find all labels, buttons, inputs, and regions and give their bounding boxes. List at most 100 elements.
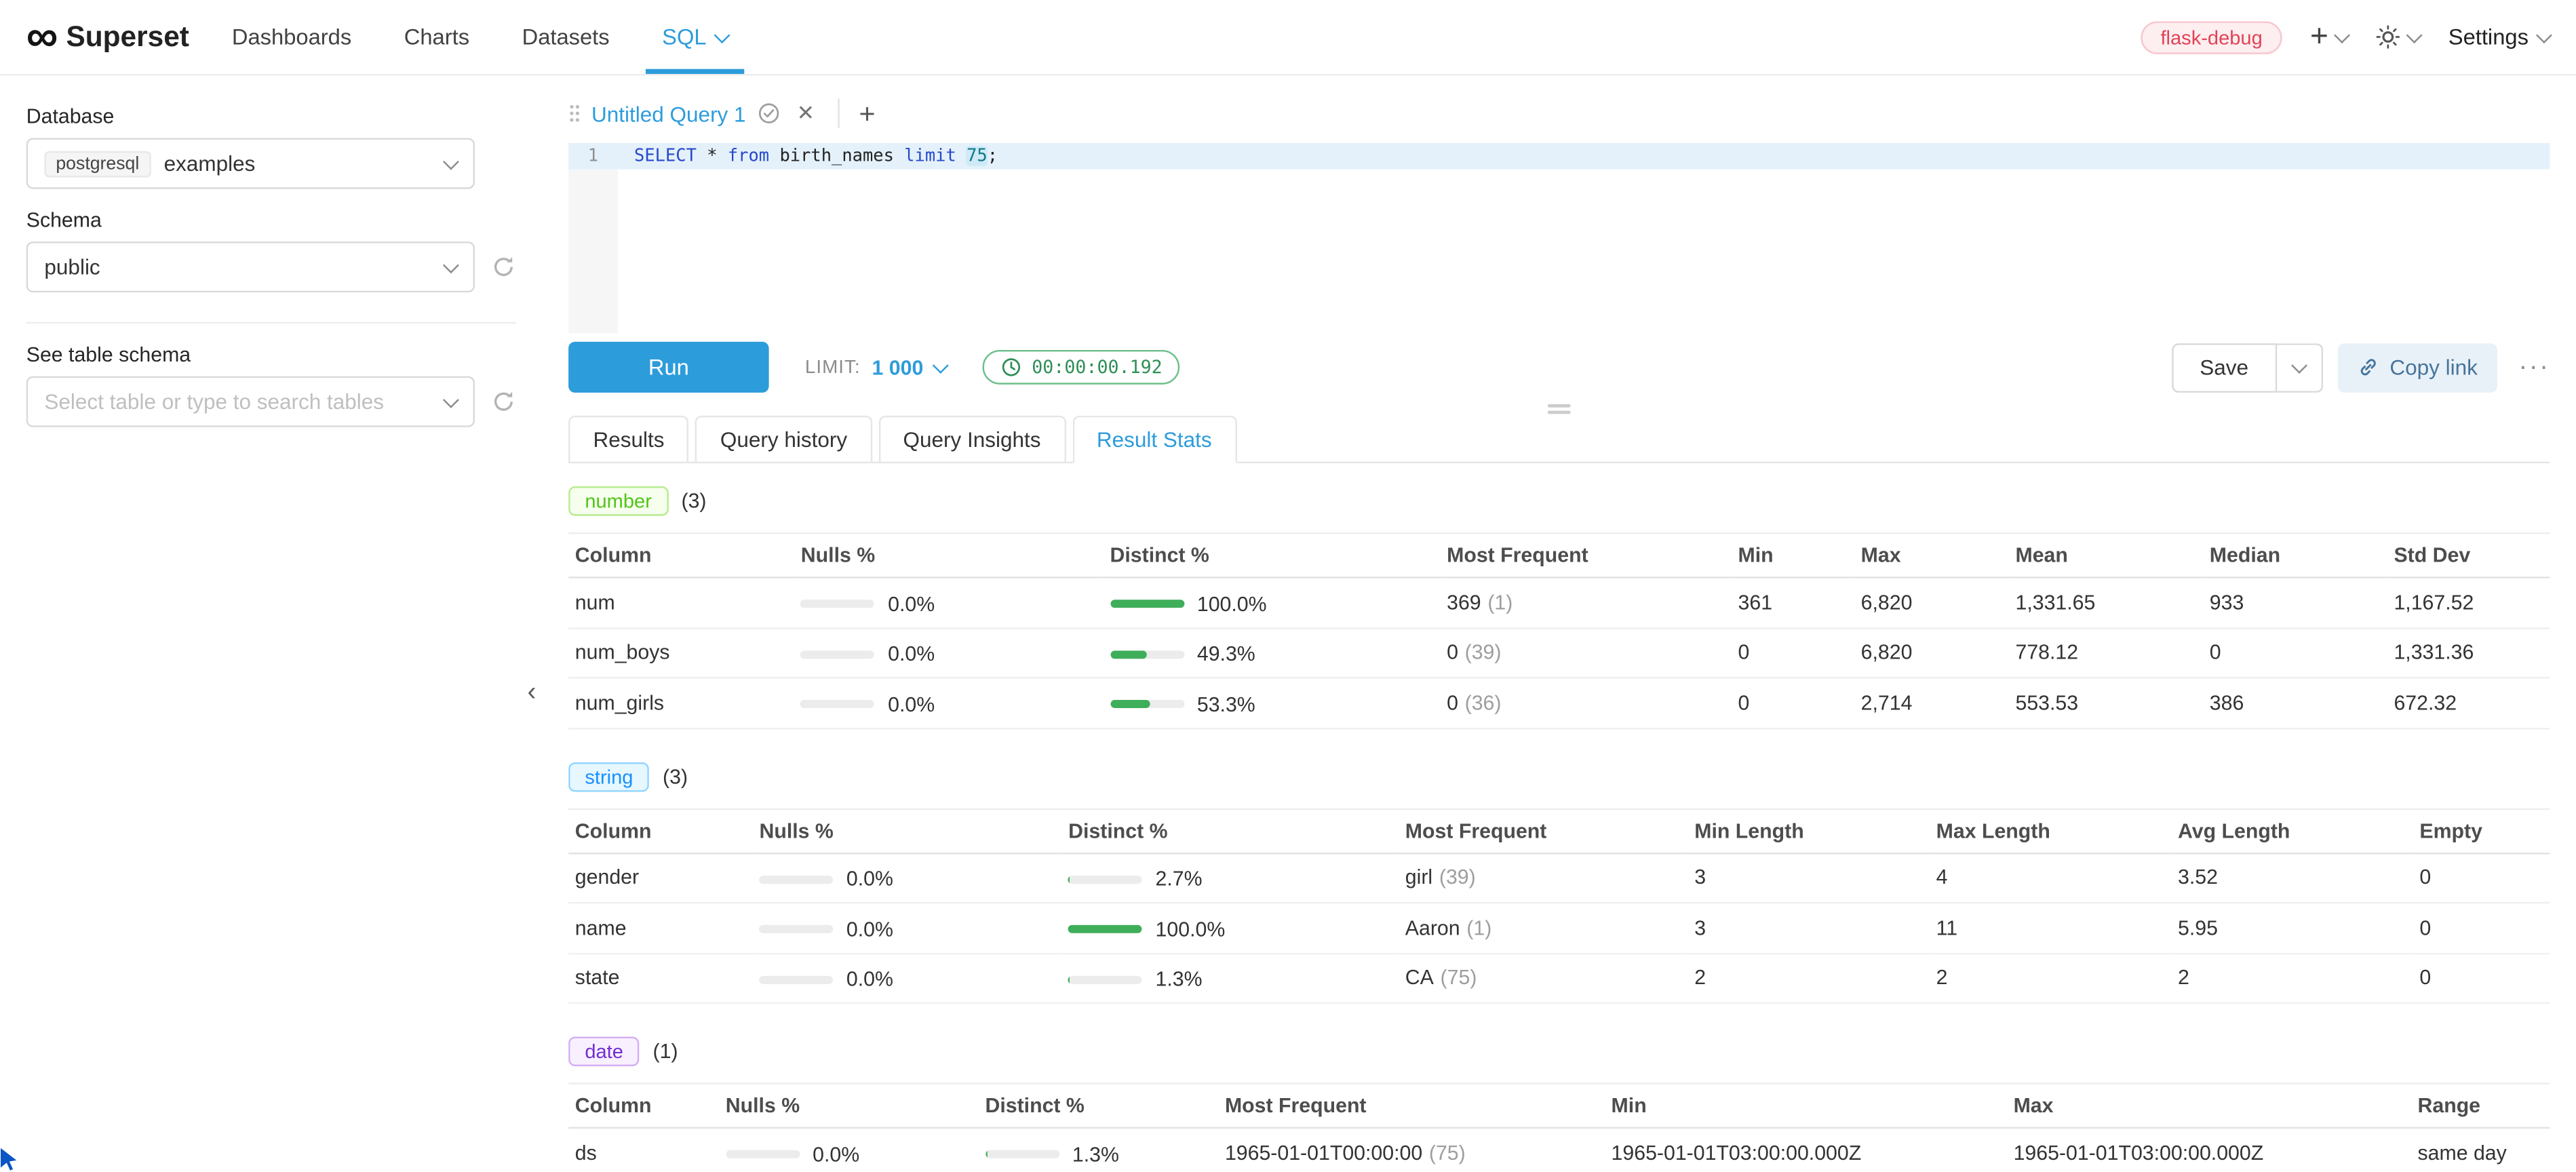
table-select[interactable]: Select table or type to search tables [26,376,475,427]
column-header: Min [1605,1084,2007,1128]
nulls-percent-cell: 0.0% [794,678,1104,728]
column-header: Median [2203,533,2387,577]
nav-item-dashboards[interactable]: Dashboards [232,0,351,74]
most-frequent-cell: 1965-01-01T00:00:00(75) [1218,1128,1605,1172]
percent-label: 0.0% [846,867,893,891]
header-row: ColumnNulls %Distinct %Most FrequentMinM… [568,1084,2550,1128]
stat-value-cell: 1,331.65 [2009,577,2203,627]
stat-value-cell: 11 [1930,903,2171,953]
nav-right: flask-debug + Settings [2141,20,2550,53]
new-item-button[interactable]: + [2310,21,2348,52]
database-engine-tag: postgresql [44,151,151,177]
table-row: state0.0%1.3%CA(75)2220 [568,953,2550,1003]
refresh-tables-button[interactable] [491,389,515,414]
tab-separator [838,98,839,128]
theme-toggle-button[interactable] [2376,24,2420,49]
environment-badge: flask-debug [2141,20,2282,53]
settings-menu[interactable]: Settings [2448,24,2550,49]
copy-link-button[interactable]: Copy link [2337,343,2497,392]
stat-value-cell: 672.32 [2387,678,2550,728]
drag-handle-icon [568,104,580,123]
stat-value-cell: 0 [1732,678,1854,728]
stat-value-cell: same day [2411,1128,2550,1172]
sql-lab-page: ∞ Superset Dashboards Charts Datasets SQ… [0,0,2576,1172]
tab-query-insights[interactable]: Query Insights [878,416,1066,463]
run-button[interactable]: Run [568,342,769,393]
percent-label: 0.0% [888,692,935,716]
table-schema-label: See table schema [26,343,516,366]
progress-track [985,1150,1059,1158]
query-tab[interactable]: Untitled Query 1 ✕ [568,100,815,127]
distinct-percent-cell: 49.3% [1104,627,1441,678]
progress-fill [1110,600,1184,608]
schema-select[interactable]: public [26,241,475,292]
chevron-down-icon [933,357,949,373]
schema-value: public [44,254,100,279]
column-header: Nulls % [753,808,1062,853]
table-row: num_girls0.0%53.3%0(36)02,714553.5338667… [568,678,2550,728]
brand[interactable]: ∞ Superset [26,17,189,57]
nulls-percent-cell: 0.0% [753,953,1062,1003]
column-type-badge: number [568,486,668,516]
tab-query-history[interactable]: Query history [696,416,872,463]
nulls-percent-cell: 0.0% [719,1128,979,1172]
stat-value-cell: 0 [2413,903,2550,953]
pane-resize-handle[interactable] [1548,404,1571,414]
stat-value-cell: 2 [1688,953,1930,1003]
schema-label: Schema [26,209,516,232]
chevron-down-icon [443,153,459,169]
stat-value-cell: 0 [1732,627,1854,678]
nav-item-charts[interactable]: Charts [404,0,469,74]
mouse-cursor [0,1147,24,1172]
close-tab-icon[interactable]: ✕ [797,100,815,127]
save-options-button[interactable] [2276,343,2322,392]
tab-result-stats[interactable]: Result Stats [1072,416,1236,463]
sun-icon [2376,24,2400,49]
header-row: ColumnNulls %Distinct %Most FrequentMinM… [568,533,2550,577]
refresh-icon [491,254,515,279]
stat-column-name: gender [568,853,753,903]
column-header: Nulls % [794,533,1104,577]
stat-value-cell: 4 [1930,853,2171,903]
more-actions-button[interactable]: ··· [2512,353,2550,383]
refresh-schema-button[interactable] [491,254,515,279]
most-frequent-cell: 369(1) [1440,577,1731,627]
chevron-down-icon [714,26,730,43]
chevron-down-icon [2290,357,2307,373]
percent-label: 1.3% [1072,1143,1119,1166]
distinct-percent-cell: 100.0% [1104,577,1441,627]
limit-dropdown[interactable]: LIMIT: 1 000 [805,355,946,378]
progress-track [726,1150,800,1158]
stats-section-string: string(3)ColumnNulls %Distinct %Most Fre… [568,762,2550,1004]
nav-item-datasets[interactable]: Datasets [522,0,610,74]
distinct-percent-cell: 1.3% [979,1128,1218,1172]
query-tab-title: Untitled Query 1 [591,101,746,125]
column-header: Min Length [1688,808,1930,853]
stats-table: ColumnNulls %Distinct %Most FrequentMinM… [568,532,2550,728]
progress-track [801,600,875,608]
sidebar-divider [26,322,516,324]
stat-value-cell: 3 [1688,903,1930,953]
sql-editor[interactable]: 1 SELECT * from birth_names limit 75; [568,143,2550,334]
nulls-percent-cell: 0.0% [794,627,1104,678]
limit-label: LIMIT: [805,357,861,377]
tab-results[interactable]: Results [568,416,689,463]
timer-value: 00:00:00.192 [1032,357,1163,378]
table-row: ds0.0%1.3%1965-01-01T00:00:00(75)1965-01… [568,1128,2550,1172]
collapse-sidebar-button[interactable]: ‹ [528,680,536,707]
database-value: examples [164,151,256,176]
type-badge-row: date(1) [568,1036,2550,1066]
column-header: Mean [2009,533,2203,577]
database-select[interactable]: postgresql examples [26,138,475,189]
distinct-percent-cell: 100.0% [1061,903,1399,953]
percent-label: 100.0% [1156,918,1226,941]
percent-label: 100.0% [1197,592,1267,615]
stat-value-cell: 2 [2171,953,2413,1003]
superset-logo-icon: ∞ [26,17,55,57]
most-frequent-cell: girl(39) [1399,853,1687,903]
nav-item-sql[interactable]: SQL [662,0,728,74]
add-query-tab-button[interactable]: + [859,100,875,128]
sidebar: Database postgresql examples Schema publ… [0,75,542,1172]
stats-sections: number(3)ColumnNulls %Distinct %Most Fre… [568,463,2550,1172]
save-button[interactable]: Save [2172,343,2276,392]
